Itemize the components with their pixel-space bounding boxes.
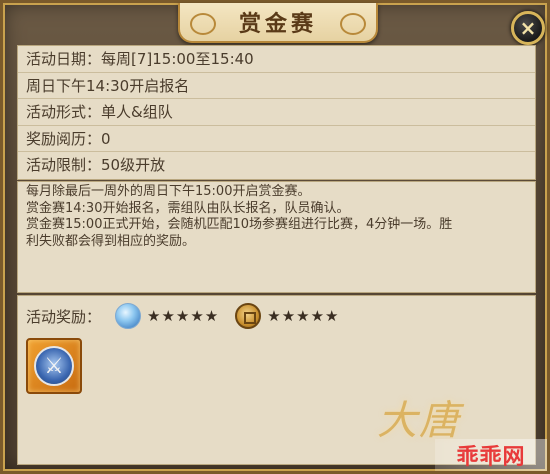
- copper-coin-icon[interactable]: [235, 303, 262, 329]
- description-line: 赏金赛15:00正式开始，会随机匹配10场参赛组进行比赛，4分钟一场。胜: [26, 217, 453, 232]
- reward-label: 活动奖励：: [26, 307, 102, 326]
- site-watermark: 乖乖网: [435, 439, 547, 471]
- gem-star-rating: ★★★★★: [147, 307, 220, 325]
- info-reward-exp: 奖励阅历：0: [18, 126, 535, 152]
- panel-title: 赏金赛: [238, 11, 317, 37]
- title-plate: 赏金赛: [178, 3, 378, 43]
- description-line: 赏金赛14:30开始报名，需组队由队长报名，队员确认。: [26, 200, 350, 216]
- info-registration: 周日下午14:30开启报名: [18, 73, 535, 99]
- sword-shield-emblem-icon: ⚔: [34, 346, 74, 386]
- info-level-limit: 活动限制：50级开放: [26, 156, 166, 174]
- coin-star-rating: ★★★★★: [267, 307, 340, 325]
- game-logo-watermark: 大唐: [377, 398, 461, 444]
- reward-item-slot[interactable]: ⚔: [26, 338, 82, 394]
- info-format: 活动形式：单人&组队: [18, 99, 535, 126]
- description-section: 每月除最后一周外的周日下午15:00开启赏金赛。 赏金赛14:30开始报名，需组…: [17, 181, 536, 293]
- close-icon: ×: [519, 16, 537, 40]
- reward-row: 活动奖励： ★★★★★ ★★★★★: [26, 302, 356, 330]
- event-panel: 赏金赛 × 活动日期：每周[7]15:00至15:40 周日下午14:30开启报…: [0, 0, 550, 474]
- description-line: 每月除最后一周外的周日下午15:00开启赏金赛。: [26, 184, 311, 199]
- blue-gem-icon[interactable]: [115, 303, 142, 329]
- description-line: 利失败都会得到相应的奖励。: [26, 233, 196, 249]
- close-button[interactable]: ×: [511, 11, 545, 45]
- info-section: 活动日期：每周[7]15:00至15:40 周日下午14:30开启报名 活动形式…: [17, 45, 536, 180]
- info-date: 活动日期：每周[7]15:00至15:40: [18, 46, 535, 73]
